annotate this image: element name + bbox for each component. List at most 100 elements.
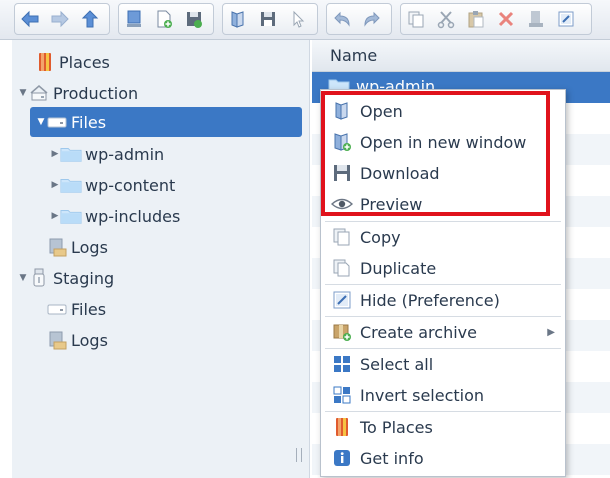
expand-arrow-icon[interactable]: ▶ — [50, 149, 60, 159]
delete-icon — [498, 11, 514, 27]
duplicate-icon — [331, 257, 353, 279]
menu-item-duplicate[interactable]: Duplicate — [321, 253, 565, 283]
collapse-arrow-icon[interactable]: ▼ — [36, 117, 46, 127]
pointer-icon — [293, 10, 305, 28]
submenu-arrow-icon: ▶ — [547, 326, 555, 338]
cut-button[interactable] — [431, 4, 461, 34]
collapse-arrow-icon[interactable]: ▼ — [18, 273, 28, 283]
rename-button[interactable] — [521, 4, 551, 34]
tree-item-logs[interactable]: Logs — [12, 232, 302, 262]
tree-item-wp-content[interactable]: ▶ wp-content — [12, 170, 302, 200]
save-button[interactable] — [179, 4, 209, 34]
tree-label: wp-includes — [85, 206, 181, 226]
save-icon — [187, 12, 202, 28]
netmount-button[interactable] — [119, 4, 149, 34]
rename-icon — [529, 11, 543, 27]
logs-drive-icon — [46, 237, 68, 257]
menu-label: Hide (Preference) — [360, 290, 500, 310]
archive-icon — [331, 321, 353, 343]
sidebar-resize-handle[interactable] — [296, 448, 302, 462]
paste-icon — [468, 11, 484, 28]
redo-icon — [364, 11, 380, 27]
copy-icon — [408, 11, 424, 28]
paste-button[interactable] — [461, 4, 491, 34]
back-button[interactable] — [15, 4, 45, 34]
redo-button[interactable] — [357, 4, 387, 34]
menu-item-hide[interactable]: Hide (Preference) — [321, 285, 565, 315]
network-drive-icon — [127, 10, 141, 27]
folder-icon — [60, 144, 82, 164]
logs-drive-icon — [46, 330, 68, 350]
tree-item-production[interactable]: ▼ Production — [12, 78, 302, 108]
up-button[interactable] — [75, 4, 105, 34]
column-header-name[interactable]: Name — [312, 40, 610, 72]
preview-window-icon — [558, 11, 574, 27]
places-book-icon — [331, 416, 353, 438]
open-button[interactable] — [223, 4, 253, 34]
menu-item-to-places[interactable]: To Places — [321, 412, 565, 442]
menu-label: Copy — [360, 227, 401, 247]
delete-button[interactable] — [491, 4, 521, 34]
forward-button[interactable] — [45, 4, 75, 34]
toolbar-group-history — [326, 3, 392, 35]
select-all-icon — [331, 353, 353, 375]
menu-item-get-info[interactable]: Get info — [321, 443, 565, 473]
info-icon — [331, 447, 353, 469]
cut-icon — [437, 11, 455, 29]
sidebar-tree: Places ▼ Production ▼ Files ▶ wp-admin ▶… — [12, 40, 310, 478]
forward-icon — [51, 10, 69, 28]
menu-label: Invert selection — [360, 385, 485, 405]
quicklook-button[interactable] — [551, 4, 581, 34]
floppy-icon — [261, 12, 275, 26]
tree-item-staging-logs[interactable]: Logs — [12, 325, 302, 355]
expand-arrow-icon[interactable]: ▶ — [50, 211, 60, 221]
tree-item-wp-includes[interactable]: ▶ wp-includes — [12, 201, 302, 231]
tree-label: Files — [71, 299, 107, 319]
tree-item-wp-admin[interactable]: ▶ wp-admin — [12, 139, 302, 169]
tree-item-places[interactable]: Places — [12, 47, 302, 77]
hide-icon — [331, 289, 353, 311]
column-header-label: Name — [330, 46, 378, 65]
expand-arrow-icon[interactable]: ▶ — [50, 180, 60, 190]
tree-label: Logs — [71, 330, 108, 350]
home-drive-icon — [28, 83, 50, 103]
menu-item-select-all[interactable]: Select all — [321, 349, 565, 379]
tree-label: wp-content — [85, 175, 176, 195]
annotation-highlight-frame — [321, 91, 550, 216]
drive-icon — [46, 299, 68, 319]
back-icon — [21, 10, 39, 28]
select-button[interactable] — [283, 4, 313, 34]
menu-label: Duplicate — [360, 258, 437, 278]
menu-item-invert-selection[interactable]: Invert selection — [321, 380, 565, 410]
tree-item-staging[interactable]: ▼ Staging — [12, 263, 302, 293]
toolbar-group-navigation — [14, 3, 110, 35]
copy-button[interactable] — [401, 4, 431, 34]
menu-item-create-archive[interactable]: Create archive ▶ — [321, 317, 565, 347]
menu-label: Create archive — [360, 322, 477, 342]
toolbar-group-open — [222, 3, 318, 35]
copy-icon — [331, 226, 353, 248]
menu-label: To Places — [360, 417, 433, 437]
up-icon — [81, 10, 99, 28]
invert-selection-icon — [331, 384, 353, 406]
new-file-icon — [157, 10, 172, 28]
open-book-icon — [231, 11, 244, 28]
tree-item-staging-files[interactable]: Files — [12, 294, 302, 324]
tree-label: wp-admin — [85, 144, 165, 164]
folder-icon — [60, 206, 82, 226]
folder-icon — [60, 175, 82, 195]
drive-icon — [46, 112, 68, 132]
toolbar-group-files — [118, 3, 214, 35]
places-book-icon — [34, 52, 56, 72]
tree-label: Staging — [53, 268, 115, 288]
undo-button[interactable] — [327, 4, 357, 34]
menu-label: Select all — [360, 354, 434, 374]
toolbar — [0, 0, 610, 40]
new-file-button[interactable] — [149, 4, 179, 34]
menu-item-copy[interactable]: Copy — [321, 222, 565, 252]
tree-label: Places — [59, 52, 110, 72]
undo-icon — [334, 11, 350, 27]
tree-item-files[interactable]: ▼ Files — [30, 107, 302, 137]
collapse-arrow-icon[interactable]: ▼ — [18, 88, 28, 98]
download-button[interactable] — [253, 4, 283, 34]
